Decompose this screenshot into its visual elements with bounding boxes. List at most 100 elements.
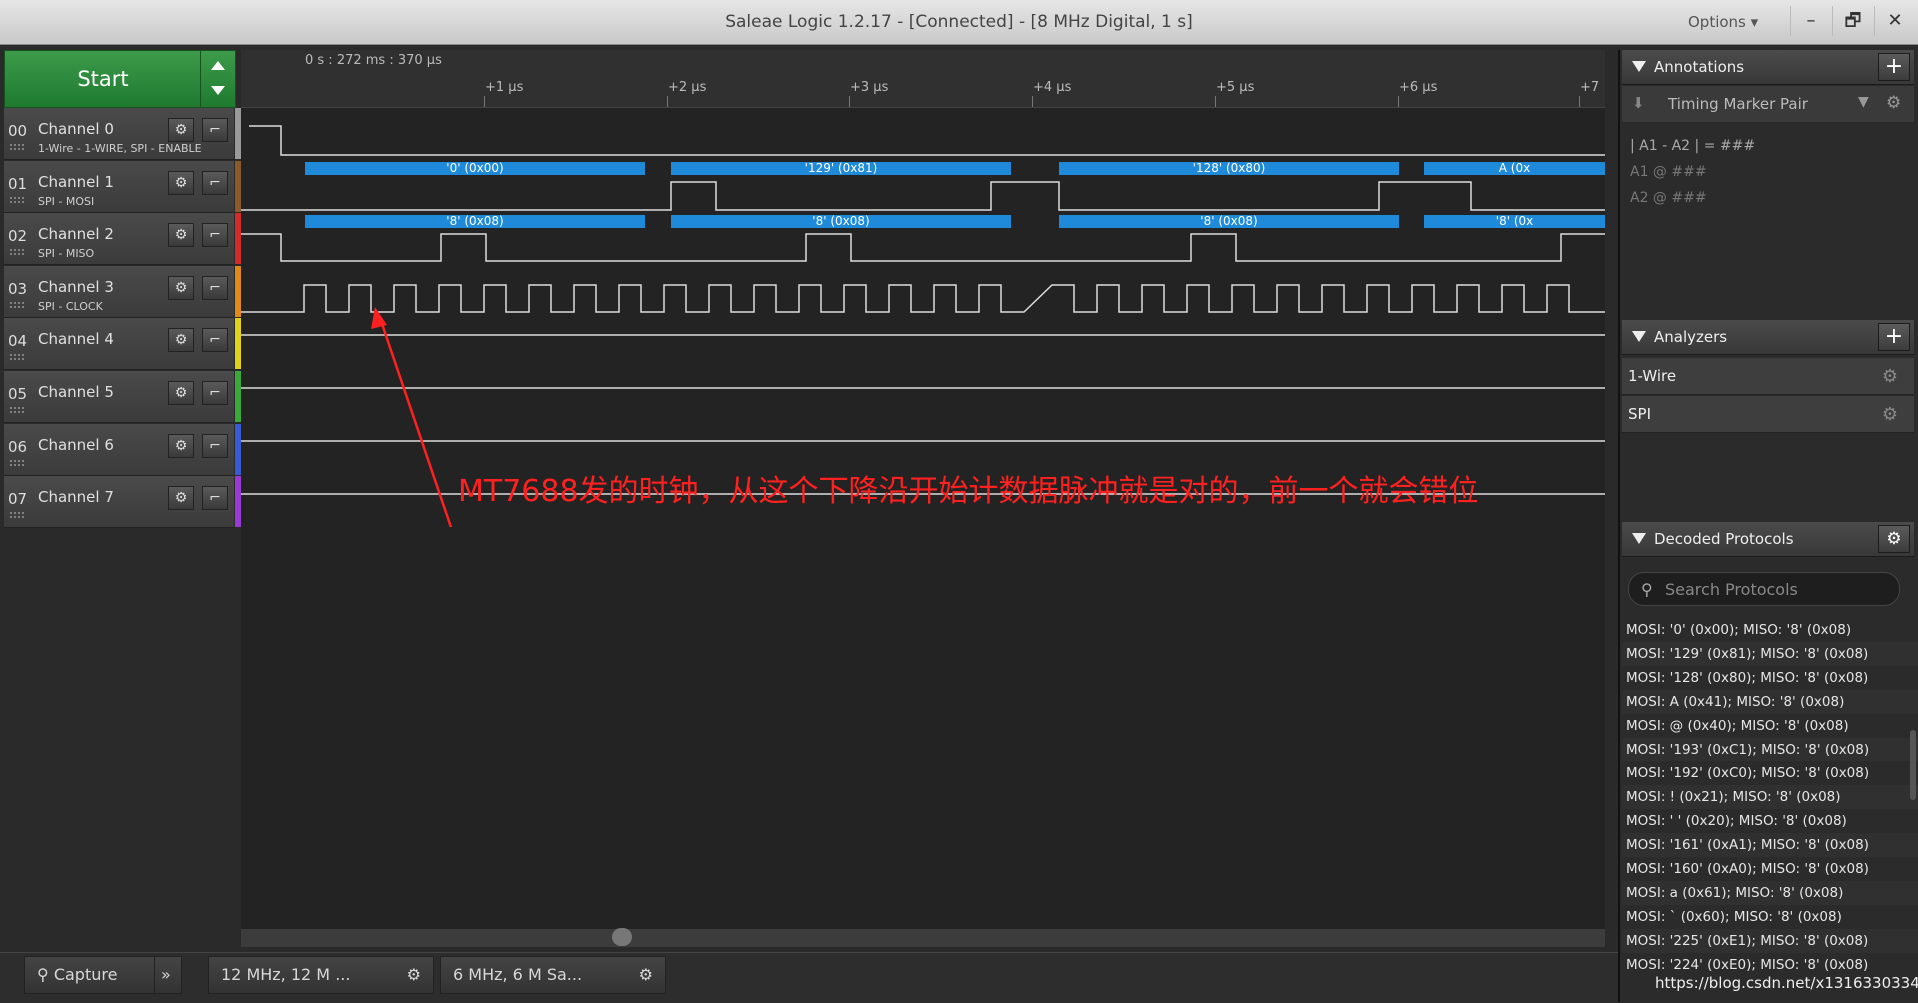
channel-row[interactable]: 06 Channel 6 ⚙ ⌐ (4, 423, 234, 476)
gear-icon[interactable]: ⚙ (1882, 404, 1898, 425)
session-tab-2[interactable]: 6 MHz, 6 M Sa... ⚙ (440, 956, 666, 994)
horizontal-scrollbar[interactable] (241, 928, 1605, 947)
miso-decoded-bar[interactable]: '8' (0x08) (305, 215, 645, 228)
drag-handle-icon[interactable] (9, 406, 25, 414)
mosi-decoded-bar[interactable]: A (0x (1424, 162, 1605, 175)
capture-tab[interactable]: ⚲ Capture (24, 956, 170, 994)
analyzer-item-spi[interactable]: SPI ⚙ (1622, 396, 1914, 433)
decoded-protocols-header[interactable]: Decoded Protocols ⚙ (1622, 522, 1914, 557)
channel-row[interactable]: 00 Channel 0 1-Wire - 1-WIRE, SPI - ENABLE… (4, 108, 234, 160)
dropdown-arrow-icon[interactable]: ▼ (1858, 94, 1869, 110)
mosi-decoded-bar[interactable]: '129' (0x81) (671, 162, 1011, 175)
miso-decoded-bar[interactable]: '8' (0x08) (1059, 215, 1399, 228)
drag-handle-icon[interactable] (9, 248, 25, 257)
add-analyzer-button[interactable]: + (1878, 323, 1910, 351)
trigger-icon[interactable]: ⌐ (202, 486, 228, 511)
add-annotation-button[interactable]: + (1878, 53, 1910, 81)
channel-row[interactable]: 01 Channel 1 SPI - MOSI ⚙ ⌐ (4, 160, 234, 213)
trigger-icon[interactable]: ⌐ (202, 328, 228, 353)
channel-name[interactable]: Channel 7 (38, 488, 114, 506)
channel-row[interactable]: 05 Channel 5 ⚙ ⌐ (4, 371, 234, 423)
miso-decoded-bar[interactable]: '8' (0x08) (671, 215, 1011, 228)
gear-icon[interactable]: ⚙ (168, 118, 194, 142)
gear-icon[interactable]: ⚙ (1882, 366, 1898, 387)
analyzer-item-1wire[interactable]: 1-Wire ⚙ (1622, 358, 1914, 395)
mosi-decoded-bar[interactable]: '128' (0x80) (1059, 162, 1399, 175)
gear-icon[interactable]: ⚙ (639, 957, 653, 993)
trigger-icon[interactable]: ⌐ (202, 170, 228, 195)
trigger-icon[interactable]: ⌐ (202, 433, 228, 458)
decoded-protocol-row[interactable]: MOSI: '224' (0xE0); MISO: '8' (0x08) (1622, 952, 1918, 977)
channel-name[interactable]: Channel 3 (38, 278, 114, 296)
channel-2-trace (241, 233, 1605, 262)
search-capture-icon: ⚲ (37, 965, 49, 984)
trigger-icon[interactable]: ⌐ (202, 381, 228, 405)
gear-icon[interactable]: ⚙ (1886, 93, 1901, 113)
search-placeholder: Search Protocols (1665, 580, 1798, 599)
decoded-list-scrollbar[interactable] (1910, 730, 1916, 800)
drag-handle-icon[interactable] (9, 353, 25, 362)
gear-icon[interactable]: ⚙ (168, 170, 194, 195)
drag-handle-icon[interactable] (9, 143, 25, 151)
gear-icon[interactable]: ⚙ (407, 957, 421, 993)
channel-name[interactable]: Channel 2 (38, 225, 114, 243)
restore-button[interactable]: 🗗 (1832, 6, 1873, 36)
session-tab-1[interactable]: 12 MHz, 12 M ... ⚙ (208, 956, 434, 994)
channel-row[interactable]: 07 Channel 7 ⚙ ⌐ (4, 476, 234, 529)
decoded-protocol-row[interactable]: MOSI: '0' (0x00); MISO: '8' (0x08) (1622, 618, 1918, 642)
start-options-button[interactable] (200, 50, 236, 108)
gear-icon[interactable]: ⚙ (168, 486, 194, 511)
tabs-overflow-button[interactable]: » (154, 956, 182, 994)
start-button[interactable]: Start (4, 50, 202, 108)
channel-name[interactable]: Channel 4 (38, 330, 114, 348)
channel-name[interactable]: Channel 6 (38, 436, 114, 454)
drag-handle-icon[interactable] (9, 511, 25, 520)
drag-handle-icon[interactable] (9, 458, 25, 467)
close-button[interactable]: ✕ (1874, 6, 1915, 36)
time-tick-mark (667, 96, 668, 107)
search-protocols-input[interactable]: ⚲ Search Protocols (1628, 572, 1900, 606)
decoded-protocol-row[interactable]: MOSI: A (0x41); MISO: '8' (0x08) (1622, 689, 1918, 714)
channel-name[interactable]: Channel 5 (38, 383, 114, 401)
trigger-icon[interactable]: ⌐ (202, 223, 228, 248)
annotations-header[interactable]: Annotations + (1622, 50, 1914, 85)
channel-row[interactable]: 04 Channel 4 ⚙ ⌐ (4, 318, 234, 371)
decoded-protocol-row[interactable]: MOSI: ` (0x60); MISO: '8' (0x08) (1622, 904, 1918, 929)
marker-a2: A2 @ ### (1630, 190, 1707, 206)
gear-icon[interactable]: ⚙ (168, 328, 194, 353)
decoded-protocol-row[interactable]: MOSI: '225' (0xE1); MISO: '8' (0x08) (1622, 928, 1918, 953)
trigger-icon[interactable]: ⌐ (202, 275, 228, 300)
decoded-protocol-row[interactable]: MOSI: a (0x61); MISO: '8' (0x08) (1622, 880, 1918, 905)
decoded-protocol-row[interactable]: MOSI: @ (0x40); MISO: '8' (0x08) (1622, 713, 1918, 738)
gear-icon[interactable]: ⚙ (168, 381, 194, 405)
channel-name[interactable]: Channel 0 (38, 120, 114, 138)
mosi-decoded-bar[interactable]: '0' (0x00) (305, 162, 645, 175)
drag-handle-icon[interactable] (9, 300, 25, 309)
channel-row[interactable]: 03 Channel 3 SPI - CLOCK ⚙ ⌐ (4, 265, 234, 318)
analyzers-header[interactable]: Analyzers + (1622, 320, 1914, 355)
gear-icon[interactable]: ⚙ (1878, 525, 1910, 553)
channel-row[interactable]: 02 Channel 2 SPI - MISO ⚙ ⌐ (4, 213, 234, 266)
time-start-label: 0 s : 272 ms : 370 µs (305, 53, 442, 68)
gear-icon[interactable]: ⚙ (168, 223, 194, 248)
decoded-protocol-row[interactable]: MOSI: '192' (0xC0); MISO: '8' (0x08) (1622, 761, 1918, 786)
time-ruler[interactable] (241, 50, 1605, 108)
decoded-protocol-row[interactable]: MOSI: '193' (0xC1); MISO: '8' (0x08) (1622, 737, 1918, 762)
drag-handle-icon[interactable] (9, 195, 25, 204)
decoded-protocol-row[interactable]: MOSI: '129' (0x81); MISO: '8' (0x08) (1622, 641, 1918, 666)
trigger-icon[interactable]: ⌐ (202, 118, 228, 142)
decoded-protocol-row[interactable]: MOSI: '161' (0xA1); MISO: '8' (0x08) (1622, 833, 1918, 858)
gear-icon[interactable]: ⚙ (168, 433, 194, 458)
miso-decoded-bar[interactable]: '8' (0x (1424, 215, 1605, 228)
gear-icon[interactable]: ⚙ (168, 275, 194, 300)
options-menu[interactable]: Options ▾ (1688, 13, 1758, 31)
minimize-button[interactable]: – (1790, 6, 1831, 36)
timing-marker-row[interactable]: ⬇ Timing Marker Pair ▼ ⚙ (1622, 86, 1914, 122)
channel-name[interactable]: Channel 1 (38, 173, 114, 191)
decoded-protocol-row[interactable]: MOSI: '128' (0x80); MISO: '8' (0x08) (1622, 665, 1918, 690)
channel-analyzer-label: SPI - MISO (38, 247, 95, 261)
decoded-protocol-row[interactable]: MOSI: ' ' (0x20); MISO: '8' (0x08) (1622, 809, 1918, 834)
scrollbar-thumb[interactable] (612, 928, 632, 946)
decoded-protocol-row[interactable]: MOSI: ! (0x21); MISO: '8' (0x08) (1622, 785, 1918, 810)
decoded-protocol-row[interactable]: MOSI: '160' (0xA0); MISO: '8' (0x08) (1622, 857, 1918, 881)
